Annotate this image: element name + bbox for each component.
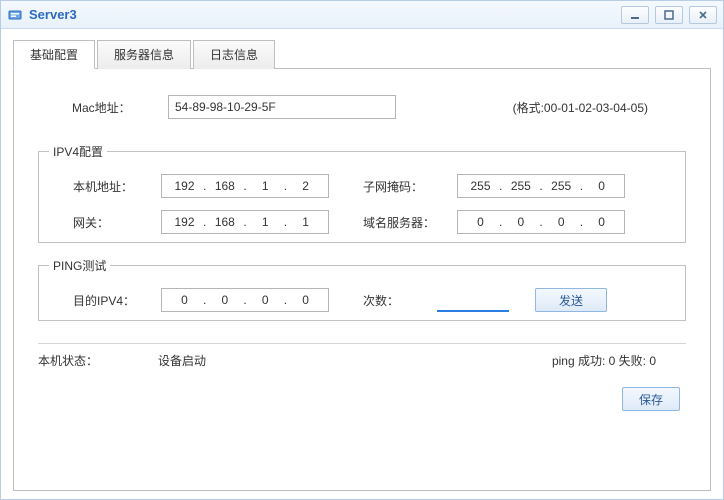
ping-count-label: 次数： (339, 292, 429, 309)
maximize-button[interactable] (655, 6, 683, 24)
host-oct4[interactable] (289, 179, 322, 193)
mac-row: Mac地址： (格式:00-01-02-03-04-05) (38, 89, 686, 119)
save-button[interactable]: 保存 (622, 387, 680, 411)
tab-server-info[interactable]: 服务器信息 (97, 40, 191, 69)
ping-target-label: 目的IPV4： (57, 292, 153, 309)
dns-oct1[interactable] (464, 215, 497, 229)
mask-input[interactable]: . . . (457, 174, 625, 198)
mask-oct3[interactable] (545, 179, 578, 193)
status-row: 本机状态： 设备启动 ping 成功: 0 失败: 0 (38, 352, 686, 369)
mac-input[interactable] (168, 95, 396, 119)
mask-oct1[interactable] (464, 179, 497, 193)
gw-oct2[interactable] (208, 215, 241, 229)
host-oct1[interactable] (168, 179, 201, 193)
ping-result: ping 成功: 0 失败: 0 (552, 352, 686, 369)
mask-label: 子网掩码： (339, 178, 449, 195)
host-addr-input[interactable]: . . . (161, 174, 329, 198)
mask-oct2[interactable] (504, 179, 537, 193)
mac-label: Mac地址： (72, 99, 168, 116)
mask-oct4[interactable] (585, 179, 618, 193)
tab-log-info[interactable]: 日志信息 (193, 40, 275, 69)
ping-target-input[interactable]: . . . (161, 288, 329, 312)
ipv4-group: IPV4配置 本机地址： . . . 子网掩码： . . . (38, 143, 686, 243)
window-controls (621, 6, 717, 24)
gateway-label: 网关： (57, 214, 153, 231)
host-oct3[interactable] (249, 179, 282, 193)
dns-label: 域名服务器： (339, 214, 449, 231)
ping-group: PING测试 目的IPV4： . . . 次数： 发送 (38, 257, 686, 321)
window-title: Server3 (29, 7, 621, 22)
content: 基础配置 服务器信息 日志信息 Mac地址： (格式:00-01-02-03-0… (1, 29, 723, 499)
host-oct2[interactable] (208, 179, 241, 193)
host-state-value: 设备启动 (158, 352, 552, 369)
tabstrip: 基础配置 服务器信息 日志信息 (13, 39, 711, 68)
tab-basic-config[interactable]: 基础配置 (13, 40, 95, 69)
ping-oct4[interactable] (289, 293, 322, 307)
gw-oct4[interactable] (289, 215, 322, 229)
ping-oct3[interactable] (249, 293, 282, 307)
ping-legend: PING测试 (49, 257, 110, 274)
mac-format-hint: (格式:00-01-02-03-04-05) (513, 99, 668, 116)
host-addr-label: 本机地址： (57, 178, 153, 195)
gw-oct1[interactable] (168, 215, 201, 229)
dns-oct3[interactable] (545, 215, 578, 229)
host-state-label: 本机状态： (38, 352, 158, 369)
app-icon (7, 7, 23, 23)
send-button[interactable]: 发送 (535, 288, 607, 312)
separator (38, 343, 686, 344)
tab-panel-basic: Mac地址： (格式:00-01-02-03-04-05) IPV4配置 本机地… (13, 68, 711, 491)
gateway-input[interactable]: . . . (161, 210, 329, 234)
dns-input[interactable]: . . . (457, 210, 625, 234)
gw-oct3[interactable] (249, 215, 282, 229)
close-button[interactable] (689, 6, 717, 24)
dns-oct4[interactable] (585, 215, 618, 229)
dns-oct2[interactable] (504, 215, 537, 229)
ping-count-input[interactable] (437, 288, 509, 312)
ping-oct1[interactable] (168, 293, 201, 307)
ipv4-legend: IPV4配置 (49, 143, 107, 160)
titlebar: Server3 (1, 1, 723, 29)
minimize-button[interactable] (621, 6, 649, 24)
ping-oct2[interactable] (208, 293, 241, 307)
footer-buttons: 保存 (38, 387, 686, 411)
app-window: Server3 基础配置 服务器信息 日志信息 Mac地址： (格式:00-01… (0, 0, 724, 500)
